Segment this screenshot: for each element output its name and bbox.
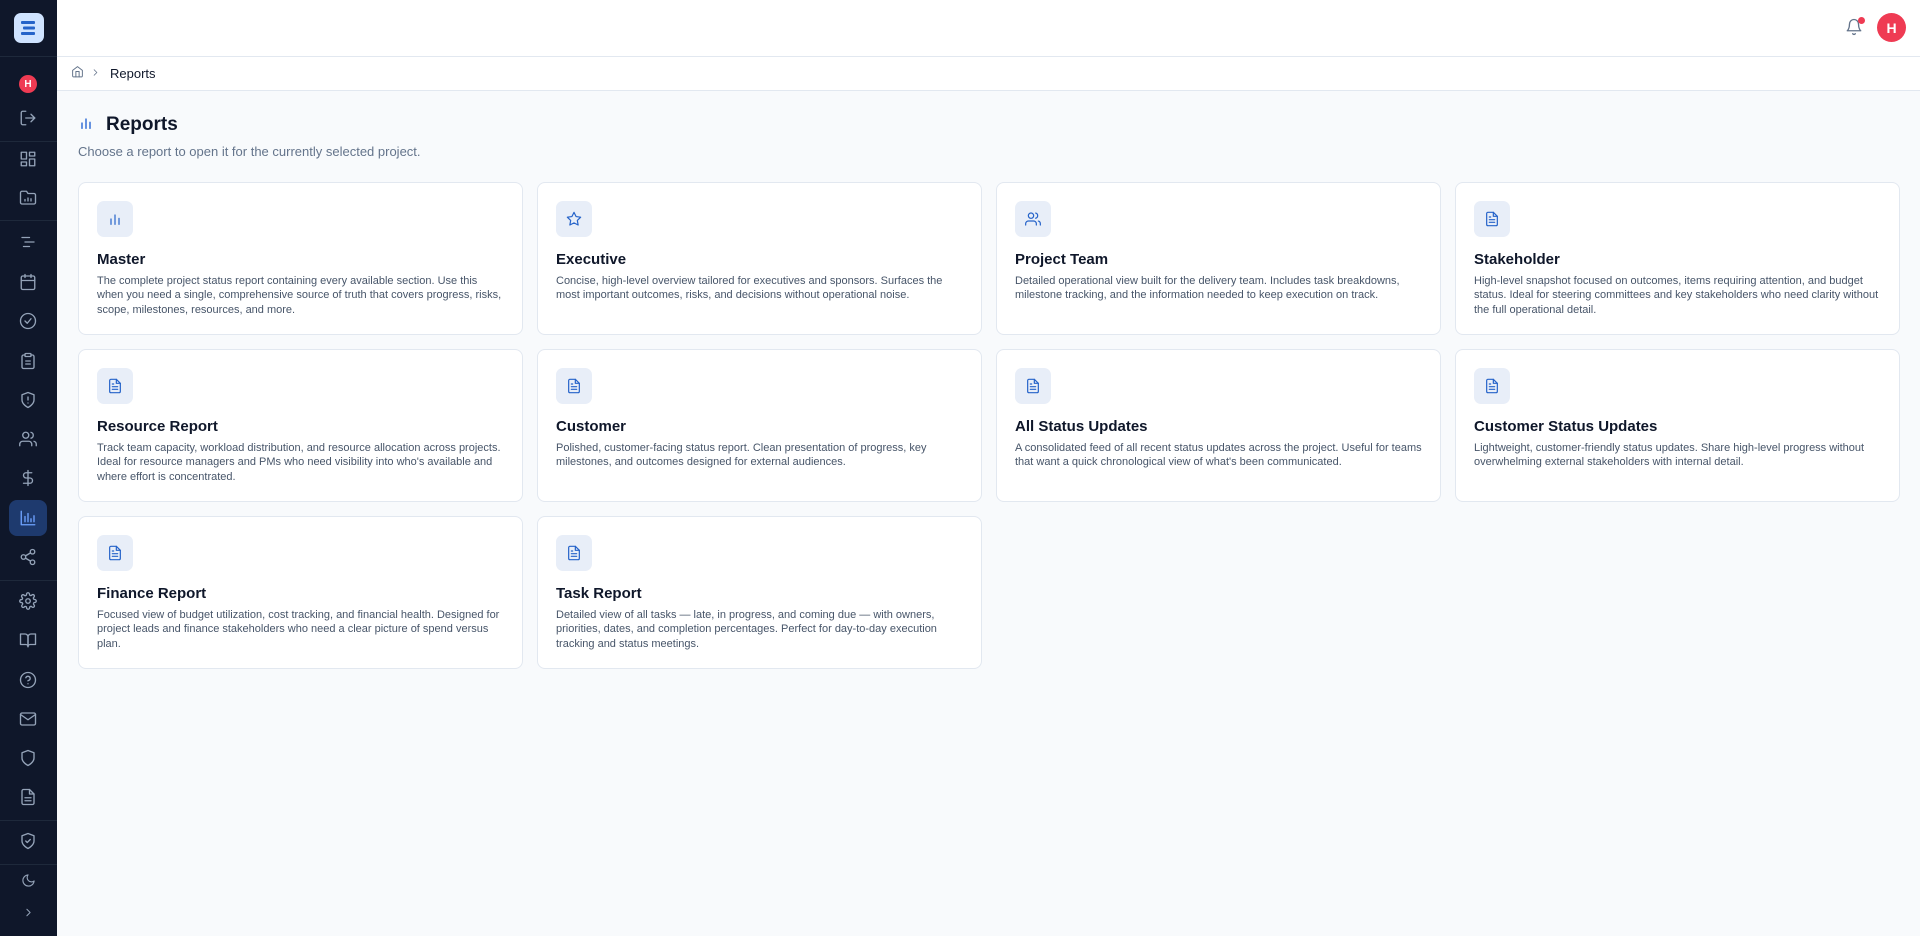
dollar-icon[interactable] — [9, 460, 47, 496]
book-icon[interactable] — [9, 622, 47, 658]
report-card-description: Concise, high-level overview tailored fo… — [556, 275, 943, 302]
report-card-description: Focused view of budget utilization, cost… — [97, 609, 500, 650]
gantt-icon[interactable] — [9, 224, 47, 260]
report-card-description: Lightweight, customer-friendly status up… — [1474, 442, 1865, 469]
report-card-task-report[interactable]: Task Report Detailed view of all tasks —… — [537, 516, 982, 669]
report-card-title: All Status Updates — [1015, 418, 1148, 435]
report-card-project-team[interactable]: Project Team Detailed operational view b… — [996, 182, 1441, 335]
file-text-icon — [97, 368, 133, 404]
sidebar-divider — [0, 220, 57, 221]
chevron-right-icon — [90, 65, 101, 83]
report-card-description: Polished, customer-facing status report.… — [556, 442, 927, 469]
file-text-icon — [1474, 201, 1510, 237]
report-card-title: Customer — [556, 418, 627, 435]
file-text-icon — [97, 535, 133, 571]
report-card-description: Track team capacity, workload distributi… — [97, 442, 501, 483]
logout-icon[interactable] — [9, 100, 47, 136]
help-icon[interactable] — [9, 662, 47, 698]
report-card-all-status-updates[interactable]: All Status Updates A consolidated feed o… — [996, 349, 1441, 502]
user-avatar[interactable]: H — [1877, 13, 1906, 42]
home-icon[interactable] — [71, 65, 84, 83]
shield-check-icon[interactable] — [9, 823, 47, 859]
report-card-title: Master — [97, 251, 146, 268]
moon-icon[interactable] — [9, 862, 47, 898]
clipboard-icon[interactable] — [9, 343, 47, 379]
report-card-title: Customer Status Updates — [1474, 418, 1658, 435]
gear-icon[interactable] — [9, 583, 47, 619]
users-icon[interactable] — [9, 421, 47, 457]
star-icon — [556, 201, 592, 237]
sidebar-divider — [0, 820, 57, 821]
shield-alert-icon[interactable] — [9, 382, 47, 418]
sidebar-divider — [0, 56, 57, 57]
file-text-icon — [556, 368, 592, 404]
report-card-title: Resource Report — [97, 418, 218, 435]
report-grid: Master The complete project status repor… — [78, 182, 1900, 669]
share-icon[interactable] — [9, 539, 47, 575]
report-card-finance-report[interactable]: Finance Report Focused view of budget ut… — [78, 516, 523, 669]
bar-chart-icon — [97, 201, 133, 237]
page-title: Reports — [106, 114, 178, 135]
report-card-description: Detailed operational view built for the … — [1015, 275, 1400, 302]
bar-chart-icon[interactable] — [9, 500, 47, 536]
report-card-title: Project Team — [1015, 251, 1109, 268]
mail-icon[interactable] — [9, 701, 47, 737]
sidebar: H — [0, 0, 57, 936]
chevron-right-icon[interactable] — [9, 894, 47, 930]
top-bar: H — [57, 0, 1920, 57]
notification-dot — [1858, 17, 1865, 24]
report-card-master[interactable]: Master The complete project status repor… — [78, 182, 523, 335]
page-subtitle: Choose a report to open it for the curre… — [78, 144, 421, 159]
report-card-title: Executive — [556, 251, 627, 268]
file-icon[interactable] — [9, 779, 47, 815]
users-icon — [1015, 201, 1051, 237]
calendar-icon[interactable] — [9, 264, 47, 300]
report-card-executive[interactable]: Executive Concise, high-level overview t… — [537, 182, 982, 335]
report-card-customer-status-updates[interactable]: Customer Status Updates Lightweight, cus… — [1455, 349, 1900, 502]
sidebar-user-avatar[interactable]: H — [19, 75, 37, 93]
check-circle-icon[interactable] — [9, 303, 47, 339]
report-card-stakeholder[interactable]: Stakeholder High-level snapshot focused … — [1455, 182, 1900, 335]
report-card-resource-report[interactable]: Resource Report Track team capacity, wor… — [78, 349, 523, 502]
report-card-description: The complete project status report conta… — [97, 275, 502, 316]
main-content: Reports Choose a report to open it for t… — [78, 91, 1900, 669]
bell-icon[interactable] — [1845, 17, 1865, 38]
page-header: Reports — [78, 114, 1900, 136]
file-text-icon — [556, 535, 592, 571]
report-card-title: Stakeholder — [1474, 251, 1560, 268]
breadcrumb-current: Reports — [110, 66, 156, 81]
report-card-title: Finance Report — [97, 585, 207, 602]
bar-chart-icon — [78, 115, 94, 136]
dashboard-icon[interactable] — [9, 141, 47, 177]
file-text-icon — [1474, 368, 1510, 404]
report-card-title: Task Report — [556, 585, 642, 602]
report-card-customer[interactable]: Customer Polished, customer-facing statu… — [537, 349, 982, 502]
file-text-icon — [1015, 368, 1051, 404]
folder-chart-icon[interactable] — [9, 180, 47, 216]
logo-icon[interactable] — [13, 13, 44, 43]
report-card-description: A consolidated feed of all recent status… — [1015, 442, 1422, 469]
report-card-description: Detailed view of all tasks — late, in pr… — [556, 609, 937, 650]
shield-icon[interactable] — [9, 740, 47, 776]
breadcrumb: Reports — [57, 57, 1920, 91]
report-card-description: High-level snapshot focused on outcomes,… — [1474, 275, 1879, 316]
sidebar-divider — [0, 580, 57, 581]
